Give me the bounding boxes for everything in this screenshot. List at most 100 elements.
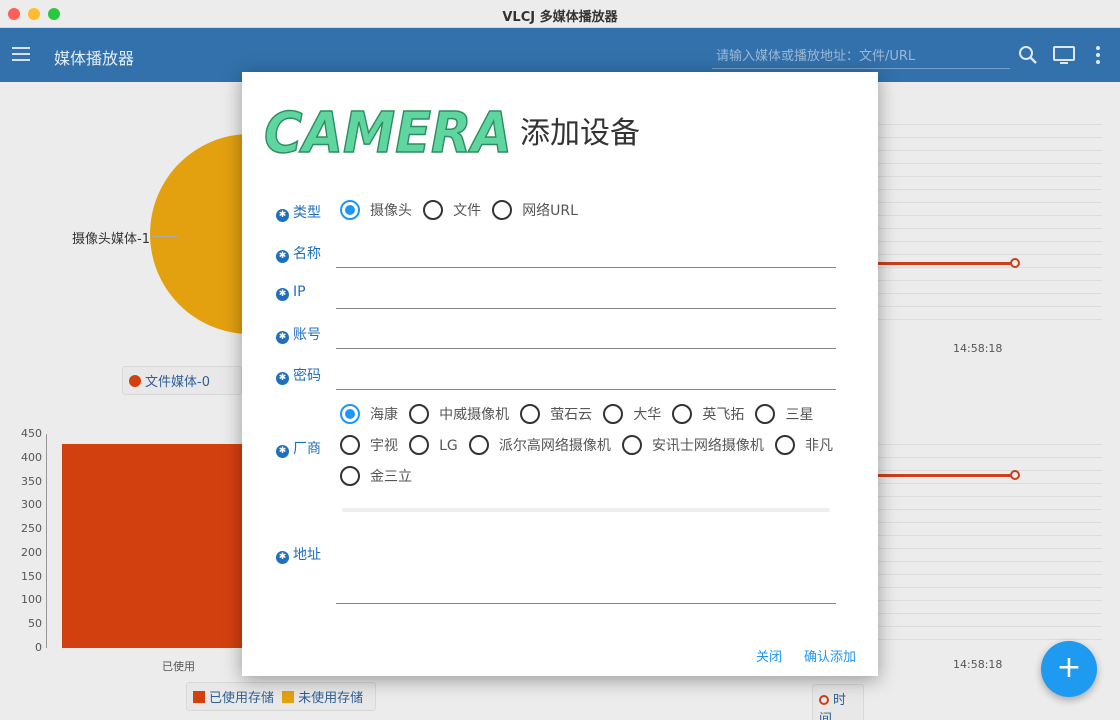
vendor-radio-jinsanli[interactable]: 金三立: [340, 466, 412, 486]
line-series-top: [878, 262, 1014, 265]
radio-label: 萤石云: [550, 407, 593, 423]
radio-label: 中威摄像机: [439, 407, 510, 423]
radio-label: 大华: [633, 407, 662, 423]
legend-swatch: [129, 375, 141, 387]
add-device-dialog: CAMERA 添加设备 ✱ 类型 摄像头 文件 网络URL ✱ 名称 ✱ IP ✱ 账号…: [242, 72, 878, 676]
ip-label: ✱ IP: [276, 284, 306, 301]
radio-label: 英飞拓: [702, 407, 745, 423]
pie-label-line: [152, 236, 178, 237]
radio-unchecked-icon: [468, 435, 489, 455]
type-radio-url[interactable]: 网络URL: [492, 200, 578, 220]
pie-legend: 文件媒体-0: [122, 366, 242, 395]
radio-unchecked-icon: [492, 200, 513, 220]
tv-icon[interactable]: [1053, 45, 1075, 65]
radio-unchecked-icon: [520, 404, 541, 424]
bar-y-tick: 100: [21, 593, 42, 607]
radio-unchecked-icon: [409, 404, 430, 424]
vendor-radio-row-3: 金三立: [340, 466, 418, 486]
legend-swatch: [193, 691, 205, 703]
bar-y-tick: 350: [21, 474, 42, 488]
line-series-bottom: [878, 474, 1014, 477]
radio-unchecked-icon: [409, 435, 430, 455]
vendor-label: ✱ 厂商: [276, 438, 321, 458]
radio-label: 非凡: [805, 438, 834, 454]
required-icon: ✱: [276, 372, 289, 385]
vendor-radio-zhongwei[interactable]: 中威摄像机: [409, 404, 509, 424]
radio-label: LG: [439, 438, 458, 454]
vendor-radio-dahua[interactable]: 大华: [603, 404, 661, 424]
window-titlebar: VLCJ 多媒体播放器: [0, 0, 1120, 28]
password-field[interactable]: [336, 364, 836, 390]
address-label-text: 地址: [293, 547, 321, 563]
legend-swatch: [819, 695, 829, 705]
password-label-text: 密码: [293, 368, 321, 384]
bar-x-label: 已使用: [162, 660, 195, 673]
radio-unchecked-icon: [603, 404, 624, 424]
account-field[interactable]: [336, 323, 836, 349]
radio-unchecked-icon: [775, 435, 796, 455]
pie-chart: [150, 134, 250, 334]
radio-label: 宇视: [370, 438, 398, 454]
required-icon: ✱: [276, 250, 289, 263]
required-icon: ✱: [276, 288, 289, 301]
app-title: 媒体播放器: [54, 49, 135, 68]
bar-used: [62, 444, 242, 648]
pie-slice-label: 摄像头媒体-1: [72, 232, 150, 247]
radio-label: 摄像头: [370, 203, 412, 219]
vendor-radio-uniview[interactable]: 宇视: [340, 435, 398, 455]
radio-unchecked-icon: [340, 435, 360, 455]
vendor-radio-ezviz[interactable]: 萤石云: [520, 404, 592, 424]
line-x-tick-top: 14:58:18: [953, 342, 1003, 355]
radio-unchecked-icon: [423, 200, 444, 220]
radio-label: 金三立: [370, 469, 412, 485]
radio-label: 海康: [370, 407, 398, 423]
legend-swatch: [282, 691, 295, 703]
type-label: ✱ 类型: [276, 202, 321, 222]
bar-y-tick: 250: [21, 522, 42, 536]
vendor-radio-hikvision[interactable]: 海康: [340, 404, 398, 424]
vendor-radio-samsung[interactable]: 三星: [755, 404, 813, 424]
account-label-text: 账号: [293, 327, 321, 343]
pie-legend-item: 文件媒体-0: [145, 375, 210, 390]
vendor-radio-lg[interactable]: LG: [409, 435, 458, 455]
line-chart-grid-bottom: [878, 432, 1102, 650]
radio-checked-icon: [340, 200, 360, 220]
line-x-tick-bottom: 14:58:18: [953, 658, 1003, 671]
dialog-title: 添加设备: [520, 116, 640, 151]
search-icon[interactable]: [1018, 45, 1040, 65]
vendor-radio-infinova[interactable]: 英飞拓: [672, 404, 744, 424]
type-radio-group: 摄像头 文件 网络URL: [340, 200, 584, 220]
menu-icon[interactable]: [12, 47, 30, 61]
name-label: ✱ 名称: [276, 243, 321, 263]
vendor-radio-pelco[interactable]: 派尔高网络摄像机: [468, 435, 611, 455]
ip-label-text: IP: [293, 284, 306, 300]
bar-y-tick: 400: [21, 450, 42, 464]
bar-y-tick: 450: [21, 427, 42, 440]
radio-unchecked-icon: [621, 435, 642, 455]
radio-checked-icon: [340, 404, 360, 424]
type-radio-camera[interactable]: 摄像头: [340, 200, 412, 220]
more-vert-icon[interactable]: [1092, 45, 1104, 65]
radio-unchecked-icon: [755, 404, 776, 424]
add-fab-button[interactable]: +: [1041, 641, 1097, 697]
vendor-radio-feifan[interactable]: 非凡: [775, 435, 833, 455]
vendor-radio-axis[interactable]: 安讯士网络摄像机: [621, 435, 764, 455]
radio-label: 三星: [785, 407, 814, 423]
radio-unchecked-icon: [340, 466, 360, 486]
bar-axis-line: [46, 434, 47, 648]
confirm-add-button[interactable]: 确认添加: [804, 646, 856, 665]
required-icon: ✱: [276, 331, 289, 344]
account-label: ✱ 账号: [276, 324, 321, 344]
vendor-radio-row-2: 宇视 LG 派尔高网络摄像机 安讯士网络摄像机 非凡: [340, 435, 839, 455]
window-title: VLCJ 多媒体播放器: [502, 10, 618, 25]
address-textarea[interactable]: [336, 524, 836, 604]
required-icon: ✱: [276, 551, 289, 564]
close-button[interactable]: 关闭: [756, 646, 782, 665]
media-search-input[interactable]: [712, 45, 1010, 69]
radio-label: 派尔高网络摄像机: [498, 438, 611, 454]
ip-field[interactable]: [336, 283, 836, 309]
bar-y-tick: 150: [21, 569, 42, 583]
name-field[interactable]: [336, 242, 836, 268]
type-radio-file[interactable]: 文件: [423, 200, 481, 220]
address-label: ✱ 地址: [276, 544, 321, 564]
